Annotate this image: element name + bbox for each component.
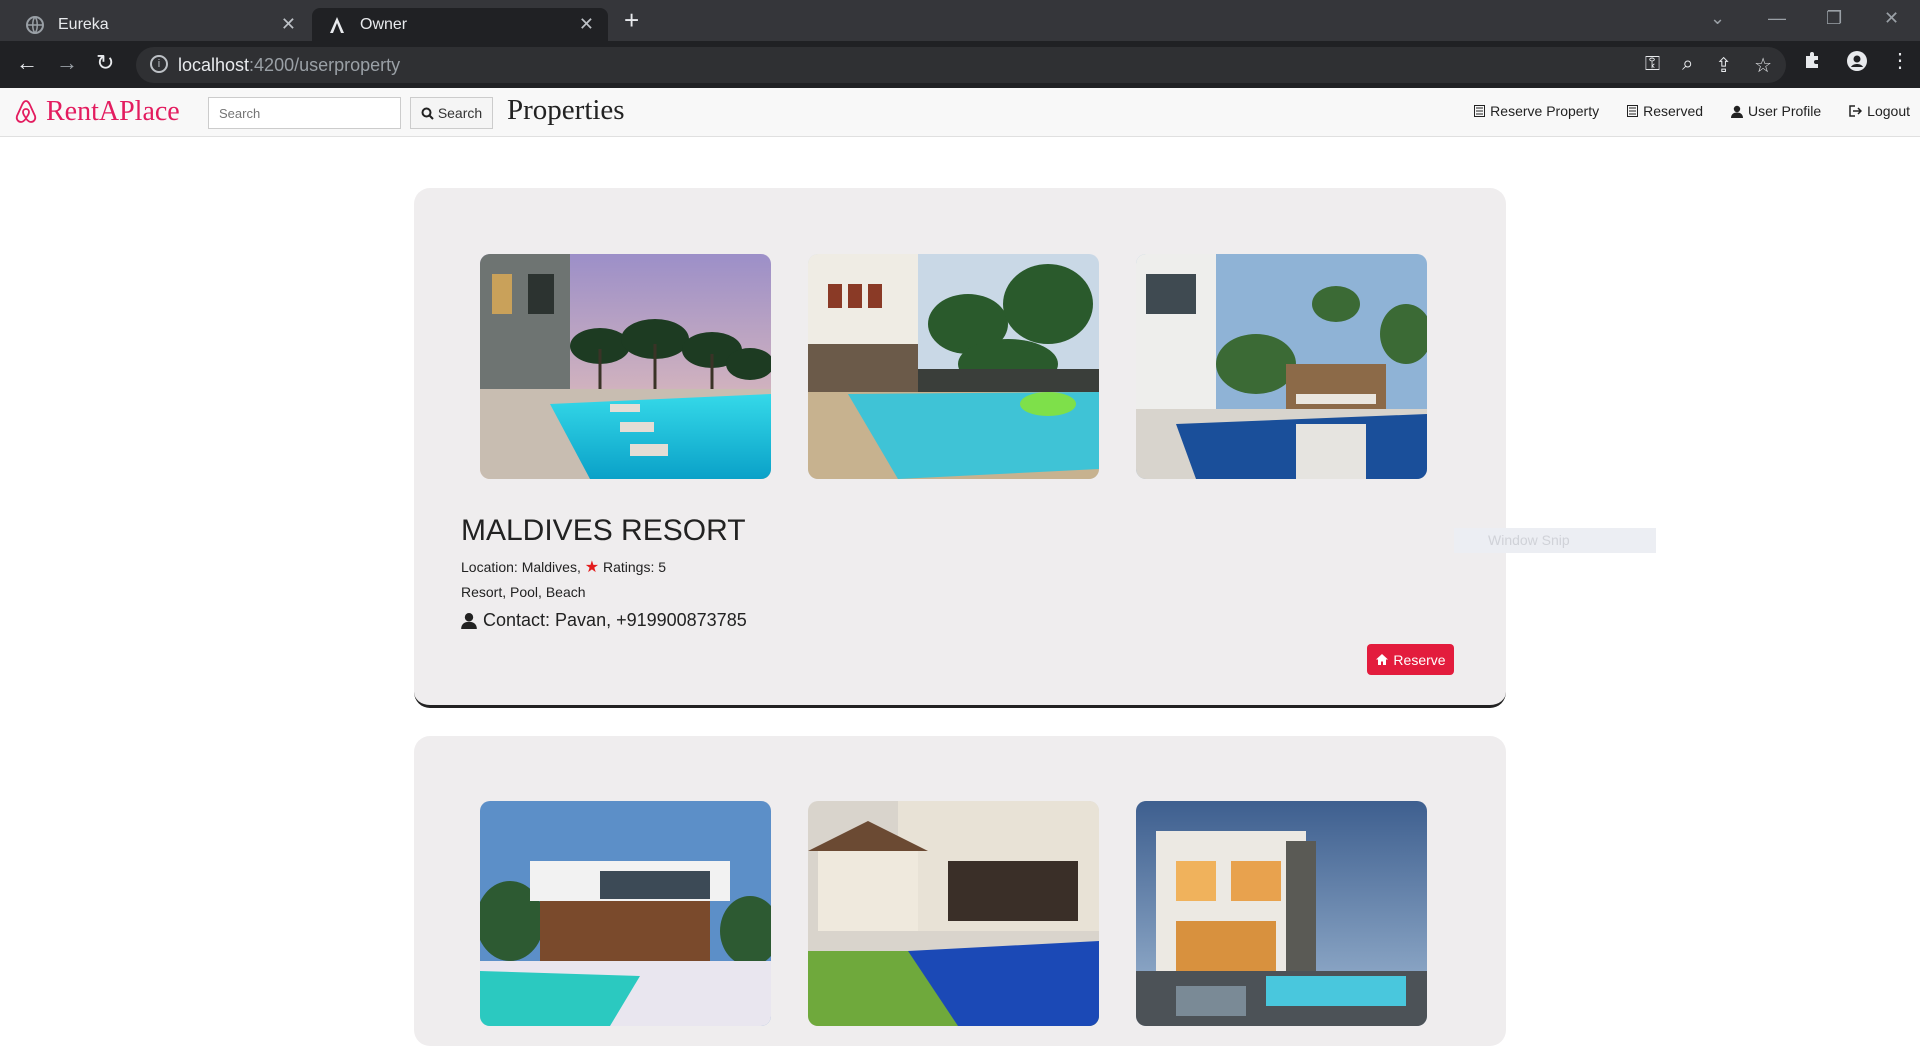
url-text[interactable]: localhost:4200/userproperty — [178, 55, 400, 76]
tab-title: Eureka — [58, 15, 109, 33]
tab-title: Owner — [360, 15, 408, 33]
nav-user-profile[interactable]: User Profile — [1731, 103, 1821, 119]
star-icon: ★ — [584, 559, 600, 576]
close-window-button[interactable]: ✕ — [1884, 8, 1899, 29]
search-button[interactable]: Search — [410, 97, 493, 129]
villa-pool-image — [808, 254, 1099, 479]
brand-logo[interactable]: RentAPlace — [14, 96, 180, 128]
villa-pool-image — [480, 254, 771, 479]
globe-icon — [26, 15, 44, 34]
extensions-icon[interactable] — [1802, 50, 1824, 72]
minimize-button[interactable]: — — [1768, 8, 1786, 29]
close-tab-icon[interactable]: ✕ — [579, 15, 594, 33]
nav-reserve-property[interactable]: Reserve Property — [1474, 103, 1599, 119]
brand-name: RentAPlace — [46, 96, 180, 127]
list-icon — [1474, 105, 1486, 117]
property-card: MALDIVES RESORT Location: Maldives, ★ Ra… — [414, 188, 1506, 708]
property-photo[interactable] — [808, 801, 1099, 1026]
restore-button[interactable]: ❐ — [1826, 8, 1842, 29]
new-tab-button[interactable]: + — [624, 6, 639, 34]
angular-icon — [330, 16, 344, 33]
property-tags: Resort, Pool, Beach — [461, 584, 586, 600]
share-icon[interactable]: ⇪ — [1715, 53, 1732, 78]
property-photo[interactable] — [480, 254, 771, 479]
logout-icon — [1849, 105, 1863, 117]
nav-reserved[interactable]: Reserved — [1627, 103, 1703, 119]
forward-button[interactable]: → — [56, 51, 78, 75]
tab-owner[interactable]: Owner ✕ — [312, 8, 608, 41]
window-snip-overlay: Window Snip — [1454, 528, 1656, 553]
user-icon — [1731, 105, 1744, 118]
home-icon — [1376, 654, 1389, 665]
tab-search-icon[interactable]: ⌄ — [1710, 8, 1725, 29]
property-photo[interactable] — [808, 254, 1099, 479]
app-navbar: RentAPlace Search Properties Reserve Pro… — [0, 88, 1920, 137]
villa-pool-image — [480, 801, 771, 1026]
search-input[interactable] — [208, 97, 401, 129]
password-key-icon[interactable]: ⚿ — [1645, 53, 1660, 78]
address-bar[interactable]: i localhost:4200/userproperty ⚿ ⌕ ⇪ ☆ — [136, 47, 1786, 83]
reserve-button[interactable]: Reserve — [1367, 644, 1454, 675]
property-photo[interactable] — [480, 801, 771, 1026]
property-contact: Contact: Pavan, +919900873785 — [461, 610, 747, 631]
reload-button[interactable]: ↻ — [96, 51, 114, 75]
villa-pool-image — [808, 801, 1099, 1026]
search-icon — [421, 107, 434, 120]
zoom-icon[interactable]: ⌕ — [1682, 53, 1693, 78]
villa-pool-image — [1136, 254, 1427, 479]
bookmark-star-icon[interactable]: ☆ — [1754, 53, 1772, 78]
browser-tab-strip: Eureka ✕ Owner ✕ + ⌄ — ❐ ✕ — [0, 0, 1920, 41]
page-title: Properties — [507, 94, 625, 126]
profile-icon[interactable] — [1846, 50, 1868, 72]
property-location: Location: Maldives, — [461, 559, 581, 575]
tab-eureka[interactable]: Eureka ✕ — [10, 8, 310, 41]
property-ratings: Ratings: 5 — [602, 559, 667, 575]
list-icon — [1627, 105, 1639, 117]
back-button[interactable]: ← — [16, 51, 38, 75]
nav-logout[interactable]: Logout — [1849, 103, 1910, 119]
site-info-icon[interactable]: i — [150, 55, 168, 73]
user-icon — [461, 613, 477, 629]
property-name: MALDIVES RESORT — [461, 514, 746, 547]
property-card — [414, 736, 1506, 1046]
property-photo[interactable] — [1136, 254, 1427, 479]
close-tab-icon[interactable]: ✕ — [281, 15, 296, 33]
property-photo[interactable] — [1136, 801, 1427, 1026]
villa-pool-image — [1136, 801, 1427, 1026]
property-meta: Location: Maldives, ★ Ratings: 5 — [461, 557, 666, 577]
more-menu-icon[interactable]: ⋮ — [1890, 50, 1910, 72]
airbnb-logo-icon — [15, 100, 37, 123]
